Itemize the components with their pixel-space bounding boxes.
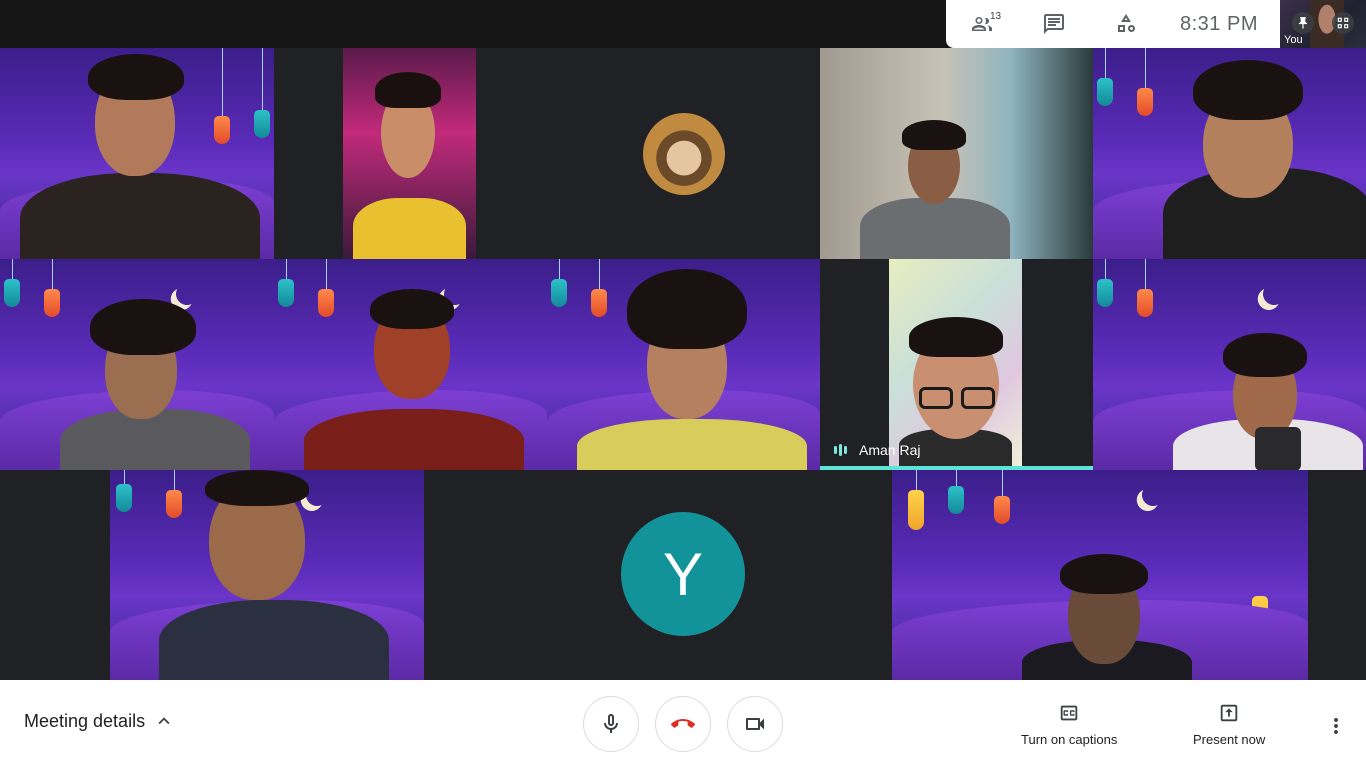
more-options-button[interactable]	[1322, 712, 1350, 740]
participant-video	[820, 48, 1093, 259]
participants-count: 13	[990, 11, 1002, 22]
participant-video	[889, 259, 1022, 469]
microphone-icon	[604, 714, 618, 733]
avatar-initial: Y	[662, 540, 704, 608]
collapse-icon	[1337, 17, 1349, 29]
self-view-tile[interactable]: You	[1280, 0, 1366, 48]
participants-button[interactable]: 13	[946, 0, 1018, 48]
pin-button[interactable]	[1292, 12, 1314, 34]
participant-tile[interactable]	[820, 48, 1093, 259]
bottom-control-bar: Meeting details Turn on captions Present…	[0, 680, 1366, 768]
more-vert-icon	[1334, 718, 1338, 734]
participant-tile[interactable]	[1093, 259, 1366, 470]
activities-icon	[1118, 14, 1135, 32]
participant-tile[interactable]	[59, 470, 424, 680]
top-bar: 13 8:31 PM	[946, 0, 1280, 48]
participant-tile[interactable]	[0, 48, 274, 259]
speaker-name: Aman Raj	[859, 442, 921, 458]
speaking-indicator-icon	[834, 444, 847, 456]
chat-button[interactable]	[1018, 0, 1090, 48]
captions-button[interactable]: Turn on captions	[1021, 702, 1117, 747]
present-screen-icon	[1220, 704, 1238, 722]
participant-tile[interactable]	[1093, 48, 1366, 259]
self-label: You	[1284, 34, 1303, 46]
video-camera-icon	[746, 718, 764, 730]
leave-call-button[interactable]	[655, 696, 711, 752]
captions-label: Turn on captions	[1021, 732, 1118, 747]
hang-up-icon	[671, 719, 695, 728]
chat-icon	[1044, 14, 1064, 34]
activities-button[interactable]	[1090, 0, 1162, 48]
participant-avatar: Y	[621, 512, 745, 636]
chevron-up-icon	[158, 717, 170, 725]
meeting-details-label: Meeting details	[24, 710, 146, 731]
participant-tile[interactable]	[274, 48, 547, 259]
participant-video	[343, 48, 476, 259]
present-now-button[interactable]: Present now	[1193, 702, 1265, 747]
layout-button[interactable]	[1332, 12, 1354, 34]
participant-tile-speaking[interactable]: Aman Raj	[820, 259, 1093, 470]
microphone-button[interactable]	[583, 696, 639, 752]
clock: 8:31 PM	[1180, 12, 1258, 35]
closed-captions-icon	[1060, 705, 1078, 721]
pin-icon	[1298, 17, 1308, 29]
participant-tile[interactable]	[892, 470, 1308, 680]
participant-tile[interactable]	[547, 259, 820, 470]
participant-tile[interactable]: Y	[424, 470, 892, 680]
participant-tile[interactable]	[0, 259, 274, 470]
present-label: Present now	[1193, 732, 1266, 747]
speaker-name-tag: Aman Raj	[834, 442, 920, 458]
participant-tile[interactable]	[274, 259, 547, 470]
participant-avatar	[643, 113, 725, 195]
camera-button[interactable]	[727, 696, 783, 752]
participant-tile[interactable]	[547, 48, 820, 259]
meeting-details-button[interactable]: Meeting details	[24, 710, 175, 732]
